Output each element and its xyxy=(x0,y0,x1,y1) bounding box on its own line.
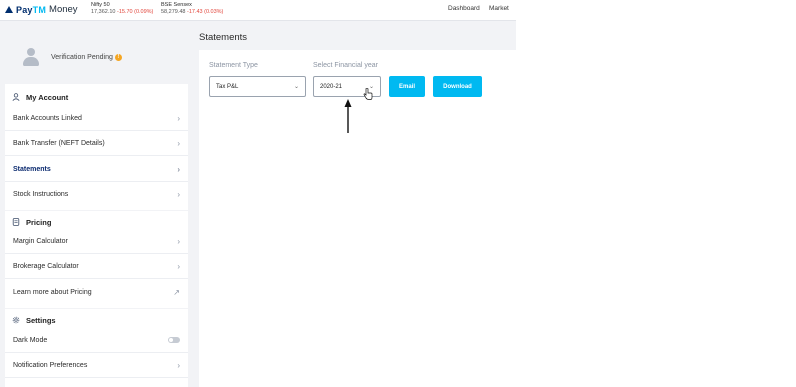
ticker-change: -17.43 (0.03%) xyxy=(187,9,224,15)
nav-dashboard[interactable]: Dashboard xyxy=(448,5,480,12)
ticker-name: Nifty 50 xyxy=(91,2,110,8)
ticker-change: -15.70 (0.09%) xyxy=(117,9,154,15)
nav-market[interactable]: Market xyxy=(489,5,509,12)
financial-year-label: Select Financial year xyxy=(313,62,378,69)
section-title: Pricing xyxy=(26,217,52,227)
section-title: My Account xyxy=(26,92,69,102)
settings-card: Settings Dark Mode Notification Preferen… xyxy=(5,309,188,387)
statement-type-select[interactable]: Tax P&L ⌄ xyxy=(209,76,306,97)
sidebar-item-dark-mode: Dark Mode xyxy=(5,328,188,353)
warning-icon: ! xyxy=(114,54,122,61)
logo-text-pay: Pay xyxy=(16,4,33,15)
logo-icon xyxy=(5,6,13,13)
external-link-icon: ↗ xyxy=(173,288,180,297)
document-icon xyxy=(12,218,20,226)
ticker-value: 17,362.10 xyxy=(91,9,116,15)
verification-status: Verification Pending xyxy=(51,54,113,61)
sidebar-item-margin-calculator[interactable]: Margin Calculator › xyxy=(5,229,188,254)
pricing-card: Pricing Margin Calculator › Brokerage Cal… xyxy=(5,211,188,308)
chevron-right-icon: › xyxy=(177,360,180,370)
chevron-right-icon: › xyxy=(177,164,180,174)
hand-cursor-icon xyxy=(363,88,373,100)
chevron-right-icon: › xyxy=(177,113,180,123)
paytm-money-logo[interactable]: PayTM Money xyxy=(5,4,78,15)
gear-icon xyxy=(12,316,20,324)
email-button[interactable]: Email xyxy=(389,76,425,97)
sidebar: Verification Pending ! My Account Bank A… xyxy=(5,30,188,387)
avatar-icon xyxy=(23,48,39,66)
profile-section[interactable]: Verification Pending ! xyxy=(5,30,188,80)
financial-year-value: 2020-21 xyxy=(320,83,343,90)
page-title: Statements xyxy=(199,32,248,43)
statements-panel xyxy=(199,50,516,387)
ticker-nifty[interactable]: Nifty 50 17,362.10 -15.70 (0.09%) xyxy=(91,2,153,16)
ticker-name: BSE Sensex xyxy=(161,2,192,8)
my-account-card: My Account Bank Accounts Linked › Bank Tr… xyxy=(5,84,188,210)
sidebar-item-bank-accounts[interactable]: Bank Accounts Linked › xyxy=(5,106,188,131)
statement-type-label: Statement Type xyxy=(209,62,258,69)
sidebar-item-bank-transfer[interactable]: Bank Transfer (NEFT Details) › xyxy=(5,131,188,156)
chevron-right-icon: › xyxy=(177,138,180,148)
sidebar-item-notification-preferences[interactable]: Notification Preferences › xyxy=(5,353,188,378)
top-bar: PayTM Money Nifty 50 17,362.10 -15.70 (0… xyxy=(0,0,516,21)
download-button[interactable]: Download xyxy=(433,76,482,97)
sidebar-item-brokerage-calculator[interactable]: Brokerage Calculator › xyxy=(5,254,188,279)
sidebar-item-learn-pricing[interactable]: Learn more about Pricing ↗ xyxy=(5,280,188,305)
chevron-down-icon: ⌄ xyxy=(293,84,299,90)
logo-text-tm: TM xyxy=(32,4,47,15)
chevron-right-icon: › xyxy=(177,236,180,246)
dark-mode-toggle[interactable] xyxy=(168,337,180,343)
arrow-up-icon xyxy=(344,99,352,133)
statement-type-value: Tax P&L xyxy=(216,83,239,90)
chevron-right-icon: › xyxy=(177,190,180,199)
app-window: PayTM Money Nifty 50 17,362.10 -15.70 (0… xyxy=(0,0,516,387)
section-title: Settings xyxy=(26,315,56,325)
ticker-value: 58,279.48 xyxy=(161,9,186,15)
sidebar-item-statements[interactable]: Statements › xyxy=(5,157,188,182)
logo-text-money: Money xyxy=(49,4,78,15)
user-icon xyxy=(12,93,20,101)
ticker-sensex[interactable]: BSE Sensex 58,279.48 -17.43 (0.03%) xyxy=(161,2,223,16)
section-my-account: My Account xyxy=(5,86,188,108)
chevron-right-icon: › xyxy=(177,261,180,271)
sidebar-item-stock-instructions[interactable]: Stock Instructions › xyxy=(5,182,188,207)
